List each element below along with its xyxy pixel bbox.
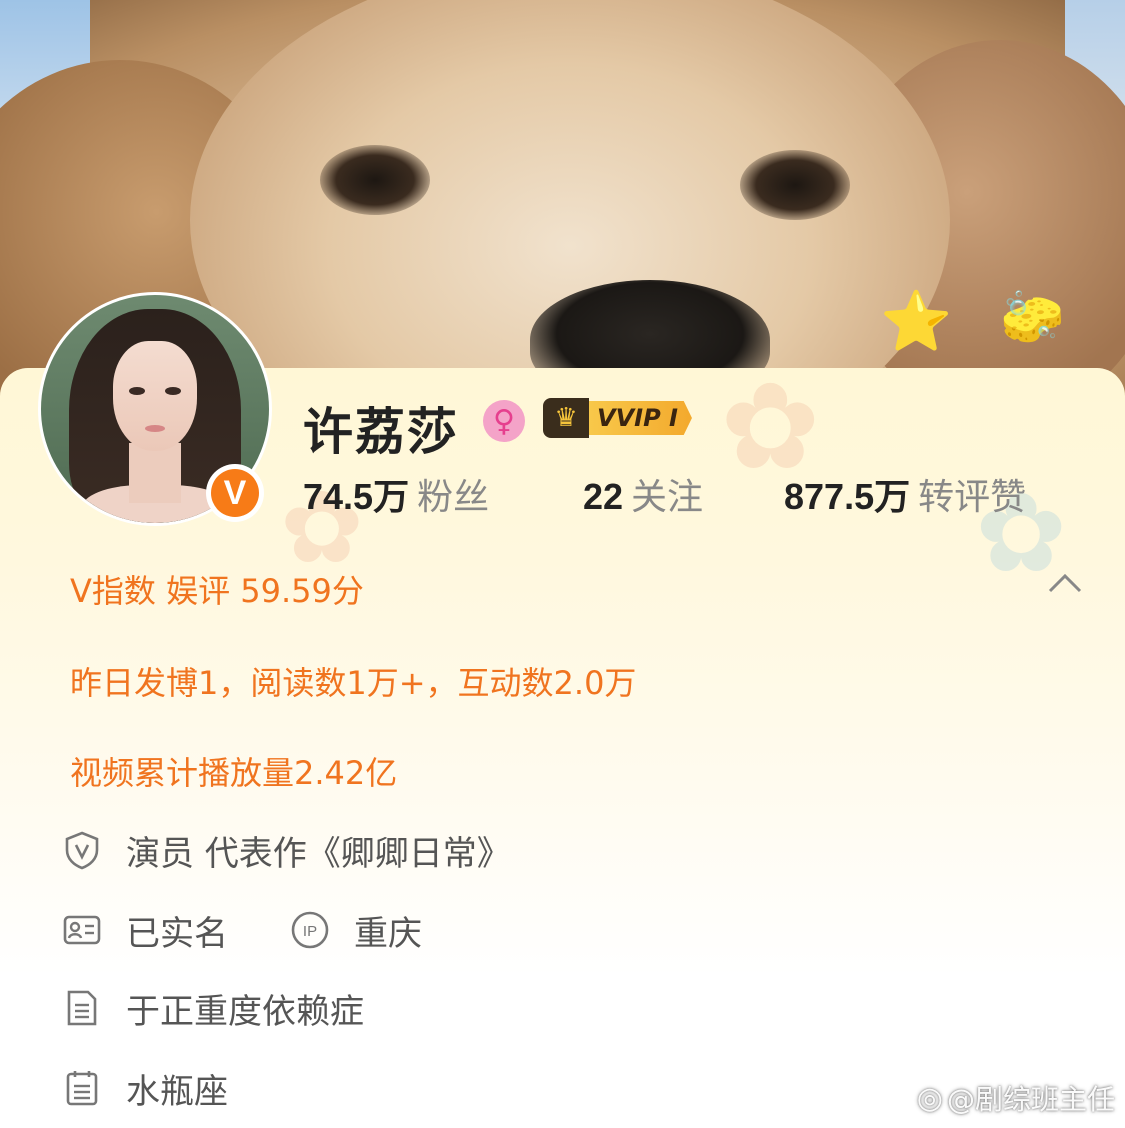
sponge-sticker-icon: 🧽 <box>1000 288 1065 348</box>
id-card-icon <box>63 915 101 945</box>
v-index-text[interactable]: V指数 娱评 59.59分 <box>70 566 364 612</box>
watermark: ◎ @剧综班主任 <box>917 1078 1115 1118</box>
vvip-badge[interactable]: ♛ VVIP I <box>543 398 699 438</box>
video-plays-text: 视频累计播放量2.42亿 <box>70 754 398 792</box>
real-name-text: 已实名 <box>126 913 228 954</box>
ip-location-icon: IP <box>291 911 329 949</box>
following-stat[interactable]: 22 关注 <box>583 468 703 520</box>
verified-badge-icon[interactable]: V <box>206 464 264 522</box>
starfish-sticker-icon: ⭐ <box>880 287 953 355</box>
interactions-stat[interactable]: 877.5万 转评赞 <box>784 468 1026 520</box>
activity-text: 昨日发博1，阅读数1万+，互动数2.0万 <box>70 664 637 702</box>
occupation-row: 演员 代表作《卿卿日常》 <box>62 826 511 874</box>
crown-icon: ♛ <box>543 398 589 438</box>
profile-name: 许荔莎 <box>303 403 459 461</box>
bio-row: 于正重度依赖症 <box>62 984 364 1032</box>
calendar-icon <box>66 1071 98 1106</box>
bio-text: 于正重度依赖症 <box>126 991 364 1032</box>
occupation-text: 演员 代表作《卿卿日常》 <box>126 833 511 874</box>
cover-dog-eye <box>320 145 430 215</box>
vvip-label: VVIP I <box>589 401 692 435</box>
ip-location-text: 重庆 <box>354 913 422 954</box>
weibo-logo-icon: ◎ <box>916 1080 943 1116</box>
followers-stat[interactable]: 74.5万 粉丝 <box>303 468 489 520</box>
identity-row: 已实名 IP 重庆 <box>62 906 422 954</box>
svg-text:IP: IP <box>303 923 317 940</box>
chevron-up-icon[interactable] <box>1048 572 1082 594</box>
female-icon: ♀ <box>483 400 525 442</box>
zodiac-row: 水瓶座 <box>62 1064 228 1112</box>
watermark-text: @剧综班主任 <box>946 1083 1115 1116</box>
cover-dog-eye <box>740 150 850 220</box>
document-icon <box>67 990 97 1026</box>
verified-shield-icon <box>65 831 99 870</box>
zodiac-text: 水瓶座 <box>126 1071 228 1112</box>
